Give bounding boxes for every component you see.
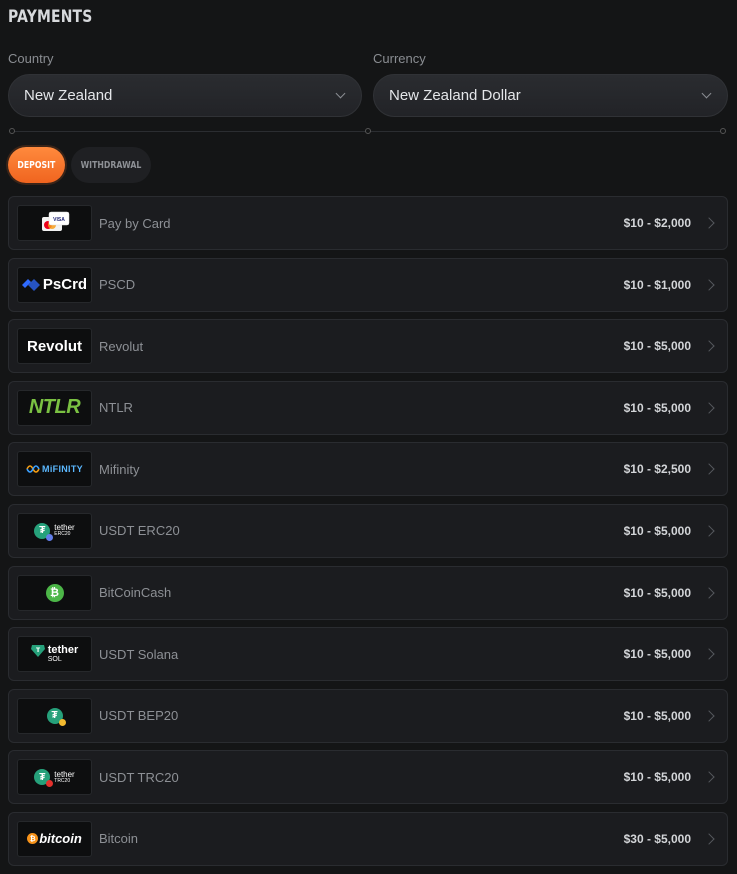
method-name: Revolut [99,338,144,354]
currency-label: Currency [373,51,426,66]
chevron-right-icon [703,402,715,414]
tether-bep20-logo: ₮ [17,697,92,734]
mifinity-logo: MiFINITY [17,451,92,488]
country-label: Country [8,51,54,66]
method-name: USDT BEP20 [99,708,179,724]
method-range: $10 - $5,000 [623,770,691,785]
method-range: $10 - $2,500 [623,462,691,477]
country-select[interactable]: New Zealand [8,74,362,117]
method-name: USDT ERC20 [99,523,180,539]
method-range: $10 - $2,000 [623,216,691,230]
tether-trc20-logo: ₮ tether TRC20 [17,759,92,796]
currency-value: New Zealand Dollar [389,87,521,104]
method-range: $10 - $5,000 [623,585,691,600]
tabs: DEPOSIT WITHDRAWAL [8,147,151,183]
tab-deposit[interactable]: DEPOSIT [8,147,65,183]
method-range: $10 - $5,000 [623,339,691,354]
tether-sol-logo: T tether SOL [17,636,92,673]
chevron-down-icon [701,88,712,99]
divider-dot [720,128,726,134]
page-title: PAYMENTS [8,7,93,27]
pscrd-logo: PsCrd [17,266,92,303]
tether-erc20-logo: ₮ tether ERC20 [17,512,92,549]
payment-method-row[interactable]: PsCrd PSCD $10 - $1,000 [8,257,728,312]
chevron-right-icon [703,586,715,599]
chevron-right-icon [703,278,715,291]
method-name: USDT Solana [99,646,179,662]
payment-method-row[interactable]: ₮ tether TRC20 USDT TRC20 $10 - $5,000 [8,750,728,805]
chevron-right-icon [703,833,715,845]
payment-method-row[interactable]: ₮ tether ERC20 USDT ERC20 $10 - $5,000 [8,503,728,558]
method-range: $10 - $5,000 [623,523,691,538]
currency-select[interactable]: New Zealand Dollar [373,74,728,117]
chevron-down-icon [335,88,346,99]
revolut-logo: Revolut [17,328,92,365]
method-name: Bitcoin [99,831,139,847]
chevron-right-icon [703,648,715,660]
payments-page: PAYMENTS Country New Zealand Currency Ne… [0,0,737,874]
method-name: Mifinity [99,461,140,477]
payment-method-row[interactable]: MiFINITY Mifinity $10 - $2,500 [8,442,728,497]
chevron-right-icon [703,463,715,476]
method-range: $10 - $1,000 [623,277,691,292]
divider-dot [365,128,371,134]
payment-method-row[interactable]: ₿ BitCoinCash $10 - $5,000 [8,565,728,620]
method-range: $30 - $5,000 [623,831,691,846]
method-name: USDT TRC20 [99,769,179,785]
payment-method-row[interactable]: T tether SOL USDT Solana $10 - $5,000 [8,627,728,682]
method-range: $10 - $5,000 [623,400,691,415]
tab-withdrawal[interactable]: WITHDRAWAL [71,147,151,183]
method-name: Pay by Card [99,215,171,231]
chevron-right-icon [703,217,715,229]
method-name: BitCoinCash [99,585,172,601]
payment-method-row[interactable]: ₿ bitcoin Bitcoin $30 - $5,000 [8,811,728,866]
method-name: NTLR [99,400,133,416]
method-name: PSCD [99,277,136,293]
payment-method-row[interactable]: VISA Pay by Card $10 - $2,000 [8,196,728,250]
divider-dot [9,128,15,134]
chevron-right-icon [703,771,715,784]
method-range: $10 - $5,000 [623,708,691,723]
chevron-right-icon [703,710,715,722]
card-icon: VISA [17,205,92,241]
payment-method-row[interactable]: NTLR NTLR $10 - $5,000 [8,380,728,435]
payment-methods-list: VISA Pay by Card $10 - $2,000 PsCrd PSCD… [8,196,728,874]
svg-text:VISA: VISA [53,217,65,223]
method-range: $10 - $5,000 [623,647,691,662]
payment-method-row[interactable]: ₮ USDT BEP20 $10 - $5,000 [8,688,728,743]
bitcoin-logo: ₿ bitcoin [17,820,92,857]
ntlr-logo: NTLR [17,389,92,426]
bitcoincash-logo: ₿ [17,574,92,611]
country-value: New Zealand [24,87,113,104]
chevron-right-icon [703,340,715,352]
payment-method-row[interactable]: Revolut Revolut $10 - $5,000 [8,319,728,374]
chevron-right-icon [703,525,715,537]
